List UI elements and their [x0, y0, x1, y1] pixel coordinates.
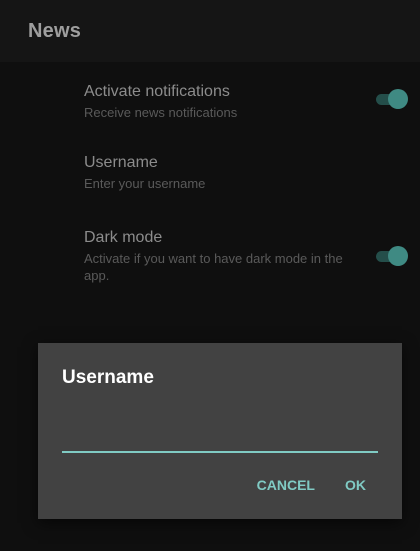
pref-title: Username [84, 154, 158, 171]
pref-title: Dark mode [84, 229, 163, 246]
switch-thumb [388, 246, 408, 266]
pref-activate-notifications[interactable]: Activate notifications Receive news noti… [84, 82, 414, 121]
app-bar: News [0, 0, 420, 62]
switch-thumb [388, 89, 408, 109]
pref-summary: Receive news notifications [84, 105, 238, 120]
dialog-title: Username [62, 367, 154, 388]
pref-title: Activate notifications [84, 83, 230, 100]
pref-summary: Activate if you want to have dark mode i… [84, 251, 343, 283]
pref-username[interactable]: Username Enter your username [84, 153, 414, 192]
ok-button[interactable]: OK [345, 477, 366, 493]
notifications-switch[interactable] [376, 88, 408, 110]
pref-summary: Enter your username [84, 176, 206, 191]
username-dialog: Username CANCEL OK [38, 343, 402, 519]
settings-screen: News Activate notifications Receive news… [0, 0, 420, 551]
cancel-button[interactable]: CANCEL [257, 477, 315, 493]
app-bar-title: News [28, 19, 82, 42]
username-input[interactable] [62, 423, 378, 453]
dialog-actions: CANCEL OK [257, 467, 402, 503]
pref-dark-mode[interactable]: Dark mode Activate if you want to have d… [84, 228, 414, 284]
dark-mode-switch[interactable] [376, 245, 408, 267]
